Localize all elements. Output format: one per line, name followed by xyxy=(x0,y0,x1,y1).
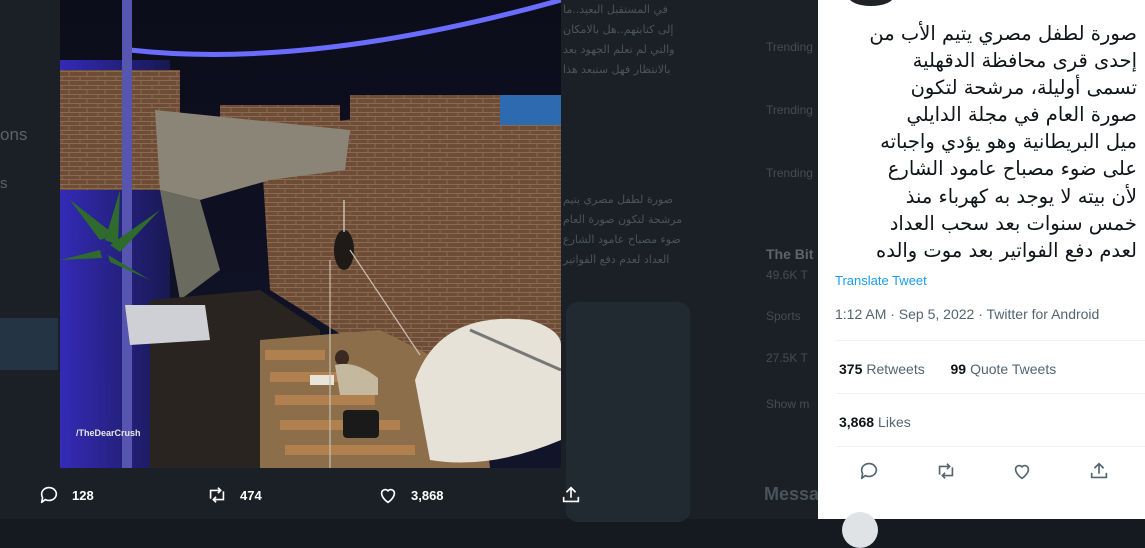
background-trend-title: The Bit xyxy=(766,246,814,262)
tweet-timestamp[interactable]: 1:12 AM · Sep 5, 2022 · Twitter for Andr… xyxy=(835,306,1099,322)
heart-icon[interactable] xyxy=(1011,460,1033,482)
photo-illustration xyxy=(60,0,561,468)
tweet-text-line: إحدى قرى محافظة الدقهلية xyxy=(912,49,1137,73)
reply-icon xyxy=(40,486,58,504)
background-sidebar-text: ons xyxy=(0,125,28,144)
background-snippet-line: بالانتظار فهل ستبعد هذا xyxy=(563,63,671,76)
background-messages-header: Messa xyxy=(764,484,820,504)
retweets-label: Retweets xyxy=(866,361,925,377)
retweet-action[interactable]: 474 xyxy=(206,484,262,506)
background-trend-label: Trending xyxy=(766,103,813,117)
tweet-text-line: لعدم دفع الفواتير بعد موت والده xyxy=(876,238,1137,262)
likes-stat[interactable]: 3,868 Likes xyxy=(839,414,911,430)
quote-tweets-label: Quote Tweets xyxy=(970,361,1057,377)
background-tweet-snippet-2: صورة لطفل مصري يتيم مرشحة لتكون صورة الع… xyxy=(563,190,713,270)
likes-label: Likes xyxy=(878,414,911,430)
tweet-text-line: خمس سنوات بعد سحب العداد xyxy=(889,211,1137,235)
tweet-photo[interactable]: /TheDearCrush xyxy=(60,0,561,468)
background-trend-category: Sports xyxy=(766,309,801,323)
retweet-icon xyxy=(209,487,225,503)
tweet-text-line: صورة لطفل مصري يتيم الأب من xyxy=(869,22,1137,45)
reply-action[interactable]: 128 xyxy=(38,484,94,506)
like-count: 3,868 xyxy=(411,487,444,503)
background-snippet-line: في المستقبل البعيد..ما xyxy=(563,3,668,16)
tweet-action-bar xyxy=(858,460,1110,482)
reply-icon[interactable] xyxy=(858,460,880,482)
background-snippet-line: العداد لعدم دفع الفواتير xyxy=(563,253,670,266)
share-icon[interactable] xyxy=(1088,460,1110,482)
divider xyxy=(835,393,1145,394)
background-trend-count: 49.6K T xyxy=(766,268,808,282)
tweet-text-line: صورة العام في مجلة الدايلي xyxy=(906,103,1137,127)
translate-tweet-link[interactable]: Translate Tweet xyxy=(835,273,927,288)
background-trend-label: Trending xyxy=(766,40,813,54)
tweet-text-line: لأن بيته لا يوجد به كهرباء منذ xyxy=(905,184,1137,208)
tweet-text-line: تسمى أوليلة، مرشحة لتكون xyxy=(910,76,1137,100)
background-snippet-line: ضوء مصباح عامود الشارع xyxy=(563,233,681,246)
like-action[interactable]: 3,868 xyxy=(377,484,444,506)
quote-tweets-stat[interactable]: 99 Quote Tweets xyxy=(951,361,1057,377)
background-snippet-line: إلى كتابتهم..هل بالامكان xyxy=(563,23,674,36)
retweet-quote-stats: 375 Retweets 99 Quote Tweets xyxy=(839,361,1056,377)
retweets-count: 375 xyxy=(839,361,863,377)
reply-avatar xyxy=(842,512,878,548)
likes-count: 3,868 xyxy=(839,414,875,430)
quote-tweets-count: 99 xyxy=(950,361,967,377)
background-sidebar-text-2: s xyxy=(0,175,8,192)
author-avatar[interactable] xyxy=(848,0,894,6)
photo-watermark: /TheDearCrush xyxy=(76,428,141,438)
retweet-icon[interactable] xyxy=(935,460,957,482)
divider xyxy=(835,446,1145,447)
background-snippet-line: صورة لطفل مصري يتيم xyxy=(563,193,673,206)
background-snippet-line: مرشحة لتكون صورة العام xyxy=(563,213,683,226)
tweet-text: صورة لطفل مصري يتيم الأب من إحدى قرى محا… xyxy=(832,20,1137,264)
retweets-stat[interactable]: 375 Retweets xyxy=(839,361,925,377)
tweet-detail-panel: صورة لطفل مصري يتيم الأب من إحدى قرى محا… xyxy=(818,0,1145,548)
heart-icon xyxy=(380,488,396,504)
reply-count: 128 xyxy=(72,487,94,503)
background-trend-label: Trending xyxy=(766,166,813,180)
share-icon xyxy=(562,486,580,503)
background-trend-count: 27.5K T xyxy=(766,351,808,365)
divider xyxy=(835,340,1145,341)
background-sidebar-block xyxy=(0,318,58,370)
tweet-text-line: على ضوء مصباح عامود الشارع xyxy=(887,157,1137,181)
retweet-count: 474 xyxy=(240,487,262,503)
background-tweet-snippet-1: في المستقبل البعيد..ما إلى كتابتهم..هل ب… xyxy=(563,0,713,80)
share-action[interactable] xyxy=(560,484,582,506)
background-snippet-line: والتي لم تعلم الجهود بعد xyxy=(563,43,675,56)
background-card xyxy=(566,302,690,522)
tweet-text-line: ميل البريطانية وهو يؤدي واجباته xyxy=(880,130,1137,154)
background-show-more: Show m xyxy=(766,397,810,411)
